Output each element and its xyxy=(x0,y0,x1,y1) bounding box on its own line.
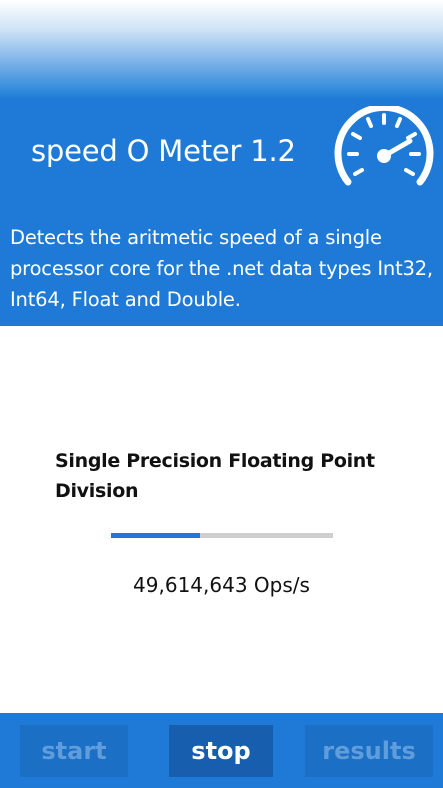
app-title: speed O Meter 1.2 xyxy=(31,134,296,168)
results-button[interactable]: results xyxy=(305,725,433,777)
test-name: Single Precision Floating Point Division xyxy=(55,450,375,502)
stop-button[interactable]: stop xyxy=(169,725,273,777)
header-panel: speed O Meter 1.2 Detects the aritmetic … xyxy=(0,98,443,326)
app-bar: start stop results xyxy=(0,713,443,788)
app-description: Detects the aritmetic speed of a single … xyxy=(10,226,433,311)
progress-fill xyxy=(111,533,200,538)
speedometer-icon xyxy=(334,106,434,186)
progress-bar xyxy=(111,533,333,538)
ops-per-second: 49,614,643 Ops/s xyxy=(133,573,310,597)
top-gradient xyxy=(0,0,443,98)
start-button[interactable]: start xyxy=(20,725,128,777)
